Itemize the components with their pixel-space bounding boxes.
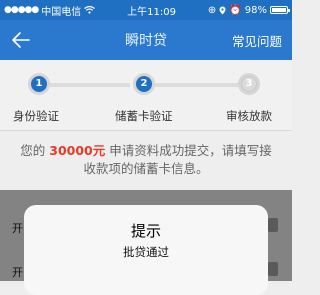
message-line-2: 收款项的储蓄卡信息。 <box>83 161 209 176</box>
nav-bar: 瞬时贷 常见问题 <box>0 20 292 60</box>
message-prefix: 您的 <box>20 143 46 158</box>
status-time: 上午11:09 <box>127 6 176 18</box>
signal-dots-icon: ●●●●● <box>4 5 39 15</box>
message-line-1: 您的 30000元 申请资料成功提交，请填写接 <box>0 142 292 160</box>
wifi-icon <box>84 6 96 14</box>
status-left: ●●●●● 中国电信 <box>4 3 96 18</box>
status-bar: ●●●●● 中国电信 上午11:09 ⊕ ⏰ 98% <box>0 0 292 20</box>
step-3-number: 3 <box>241 76 257 92</box>
step-3-badge: 3 <box>238 73 260 95</box>
alert-dialog: 提示 批贷通过 <box>24 205 268 295</box>
row-action-button <box>268 218 278 232</box>
form-row-label: 开 <box>12 266 23 279</box>
progress-steps: 1 2 3 身份验证 储蓄卡验证 审核放款 <box>0 60 292 130</box>
message-line-1-rest: 申请资料成功提交，请填写接 <box>109 143 272 158</box>
step-2-label: 储蓄卡验证 <box>115 109 173 123</box>
alarm-icon: ⏰ <box>229 4 242 16</box>
status-right: ⊕ ⏰ 98% <box>207 4 290 16</box>
dialog-message: 批贷通过 <box>123 245 169 259</box>
step-2-badge: 2 <box>133 73 155 95</box>
faq-link[interactable]: 常见问题 <box>232 31 282 50</box>
battery-icon <box>269 6 290 14</box>
step-connector <box>50 83 130 87</box>
step-1-number: 1 <box>31 76 47 92</box>
step-1-badge: 1 <box>28 73 50 95</box>
dialog-title: 提示 <box>130 222 161 240</box>
rotation-lock-icon: ⊕ <box>207 4 217 16</box>
loan-amount: 30000元 <box>49 143 106 158</box>
section-divider <box>0 130 292 131</box>
battery-percent: 98% <box>244 4 267 16</box>
location-icon <box>219 6 226 14</box>
step-2-number: 2 <box>136 76 152 92</box>
step-1-label: 身份验证 <box>13 109 59 123</box>
form-row-label: 开 <box>12 222 23 235</box>
row-action-button <box>268 262 278 276</box>
status-message: 您的 30000元 申请资料成功提交，请填写接 收款项的储蓄卡信息。 <box>0 142 292 178</box>
step-3-label: 审核放款 <box>226 109 272 123</box>
step-connector <box>155 83 238 87</box>
carrier-name: 中国电信 <box>41 6 82 18</box>
